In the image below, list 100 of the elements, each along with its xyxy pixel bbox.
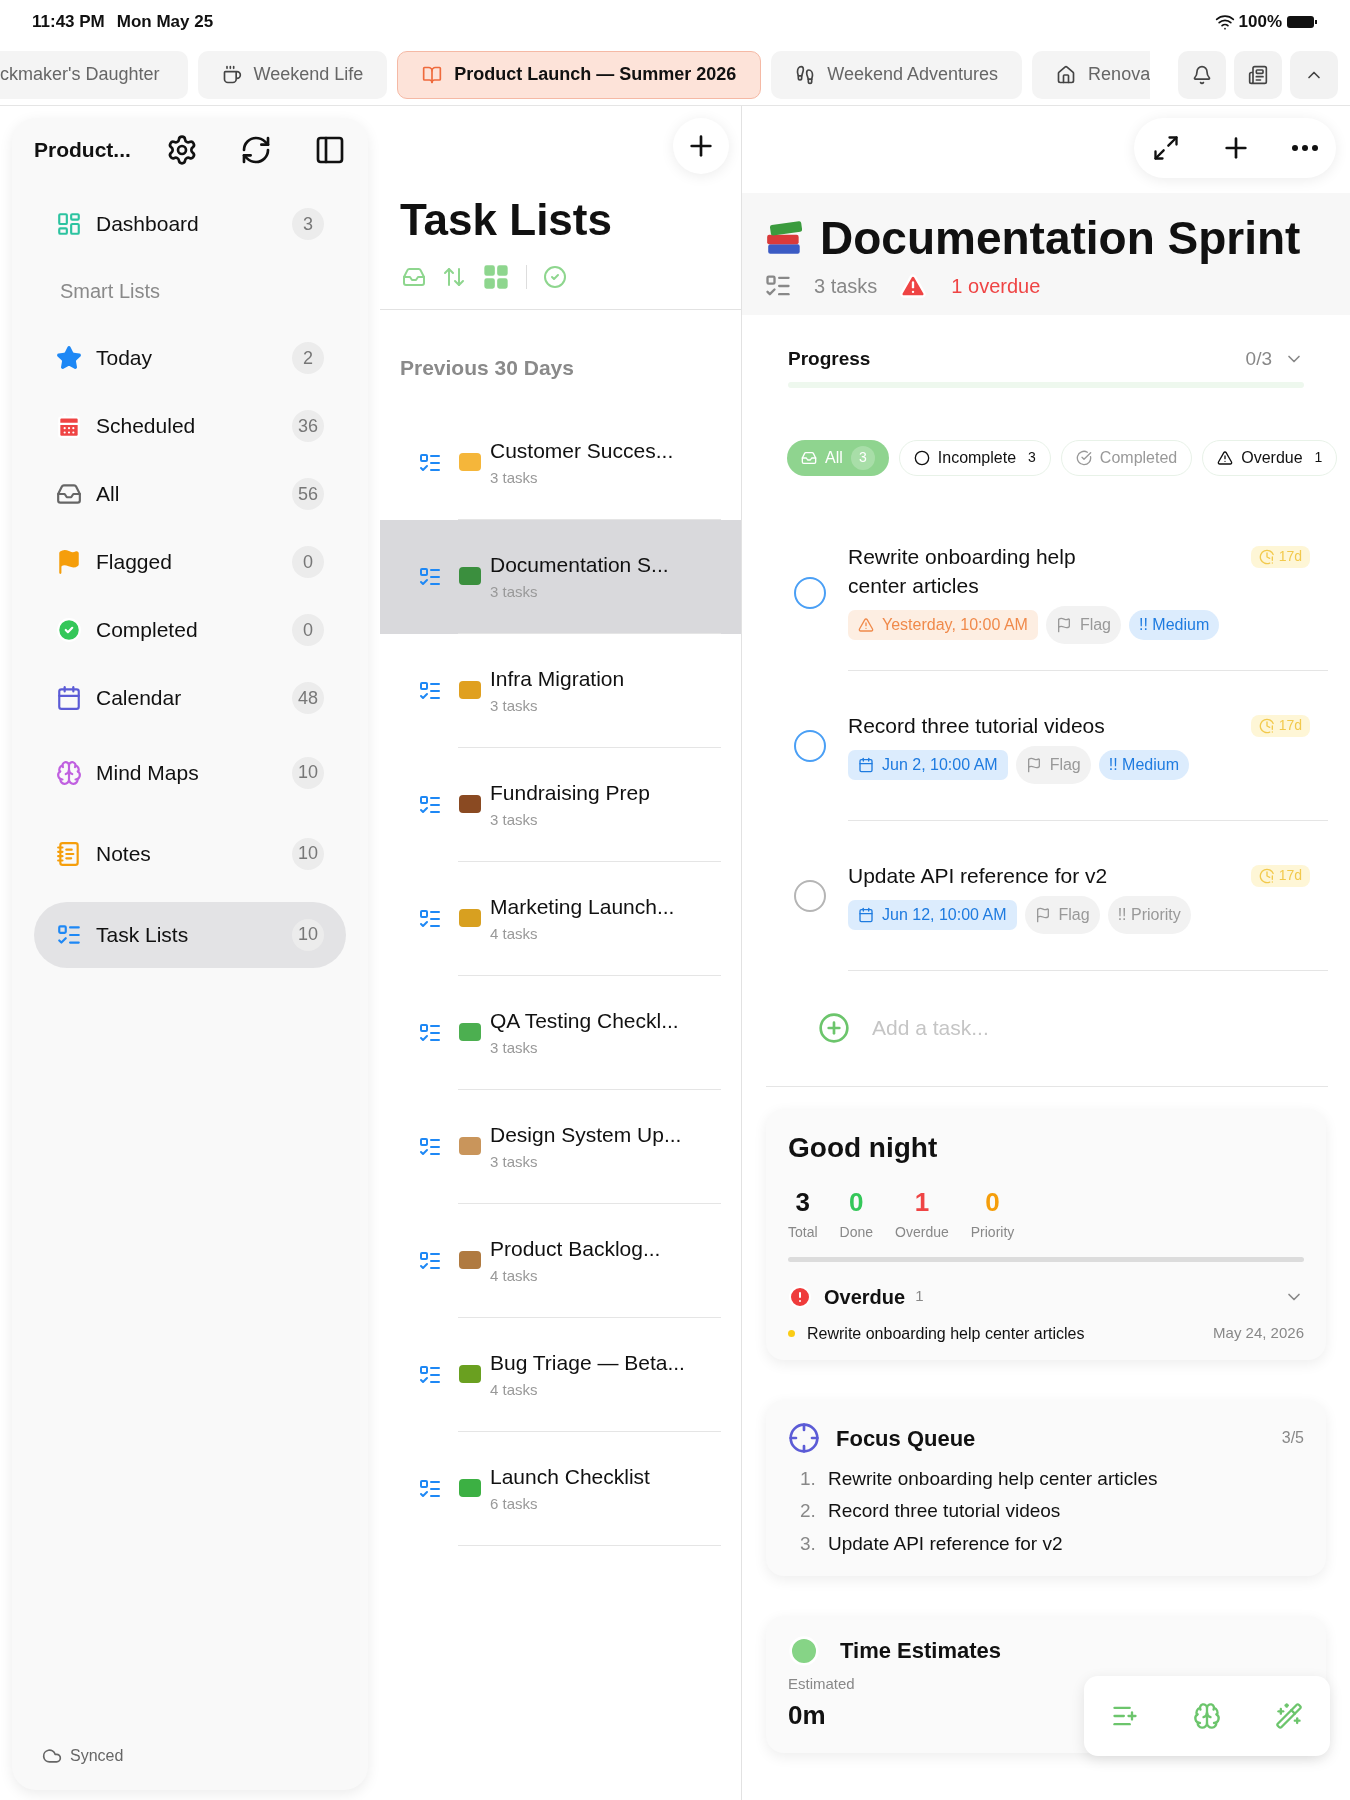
priority-chip[interactable]: !! Medium [1098, 749, 1189, 780]
stat-value: 0 [849, 1185, 864, 1219]
count-badge: 2 [292, 342, 324, 374]
stat-label: Done [839, 1222, 874, 1242]
brain-button[interactable] [1193, 1702, 1221, 1730]
list-name: Product Backlog... [490, 1236, 661, 1262]
list-name: Infra Migration [490, 666, 625, 692]
task-title: Rewrite onboarding help center articles [848, 543, 1077, 599]
task-list-row[interactable]: Infra Migration 3 tasks [380, 633, 741, 748]
flag-icon [1055, 616, 1072, 633]
list-name: Documentation S... [490, 552, 669, 578]
workspace-tab[interactable]: ckmaker's Daughter [0, 50, 188, 99]
task-checkbox[interactable] [794, 879, 826, 912]
house-icon [1056, 64, 1077, 85]
grid-icon[interactable] [482, 262, 510, 291]
workspace-tab[interactable]: Renova [1032, 50, 1151, 99]
sidebar-item[interactable]: All 56 [34, 461, 346, 527]
task-list-row[interactable]: Bug Triage — Beta... 4 tasks [380, 1317, 741, 1432]
list-count: 3 tasks [490, 1151, 539, 1172]
tray-icon [801, 449, 817, 466]
workspace-tab[interactable]: Weekend Adventures [771, 50, 1023, 99]
task-checkbox[interactable] [794, 577, 826, 609]
settings-icon [166, 134, 198, 166]
list-name: Fundraising Prep [490, 780, 650, 806]
brain-icon [1193, 1702, 1221, 1730]
sidebar-icon [314, 134, 346, 166]
task-list-row[interactable]: Marketing Launch... 4 tasks [380, 861, 741, 976]
workspace-tab[interactable]: Product Launch — Summer 2026 [397, 50, 762, 99]
sidebar-title: Product... [34, 137, 132, 164]
stat-label: Overdue [895, 1222, 949, 1242]
add-task-icon[interactable] [818, 1012, 850, 1044]
task-list-row[interactable]: Launch Checklist 6 tasks [380, 1431, 741, 1546]
list-name: Bug Triage — Beta... [490, 1350, 685, 1376]
count-badge: 10 [292, 837, 324, 870]
sidebar-item[interactable]: Scheduled 36 [34, 393, 346, 459]
task-list-row[interactable]: QA Testing Checkl... 3 tasks [380, 975, 741, 1090]
expand-button[interactable] [1152, 134, 1180, 162]
warning-icon [1217, 449, 1234, 466]
notifications-button[interactable] [1178, 50, 1226, 99]
task-list-row[interactable]: Fundraising Prep 3 tasks [380, 747, 741, 862]
task-list-row[interactable]: Customer Succes... 3 tasks [380, 405, 741, 520]
battery-level: 100% [1238, 11, 1282, 34]
sync-button[interactable] [240, 134, 272, 166]
focus-title: Focus Queue [836, 1424, 977, 1453]
warning-icon [899, 272, 928, 300]
queue-item[interactable]: Record three tutorial videos [828, 1497, 1061, 1526]
task-checkbox[interactable] [794, 729, 826, 762]
priority-chip[interactable]: !! Medium [1129, 609, 1220, 640]
count-badge: 10 [292, 918, 324, 951]
more-button[interactable] [1292, 145, 1318, 151]
overdue-task[interactable]: Rewrite onboarding help center articles [807, 1321, 1214, 1346]
sidebar-item[interactable]: Flagged 0 [34, 529, 346, 595]
clock-alert-icon [1258, 548, 1275, 565]
due-date-chip[interactable]: Jun 2, 10:00 AM [848, 749, 1008, 780]
check-circle-icon[interactable] [543, 264, 567, 289]
sidebar-item[interactable]: Task Lists 10 [34, 901, 346, 968]
task-list-row[interactable]: Design System Up... 3 tasks [380, 1089, 741, 1204]
flag-icon [1034, 906, 1051, 923]
count-badge: 10 [292, 756, 324, 789]
sidebar-item[interactable]: Calendar 48 [34, 665, 346, 731]
filter-chip[interactable]: Incomplete 3 [898, 439, 1051, 476]
task-count: 3 tasks [814, 274, 878, 299]
settings-button[interactable] [166, 134, 198, 166]
queue-item[interactable]: Update API reference for v2 [828, 1529, 1063, 1558]
stat-value: 3 [795, 1185, 810, 1219]
task-title: Update API reference for v2 [848, 862, 1108, 889]
notes-icon [56, 840, 82, 867]
count-badge: 3 [292, 208, 324, 240]
filter-chip[interactable]: Overdue 1 [1202, 439, 1338, 476]
task-list-row[interactable]: Product Backlog... 4 tasks [380, 1203, 741, 1318]
sync-status: Synced [70, 1746, 124, 1766]
queue-item[interactable]: Rewrite onboarding help center articles [828, 1464, 1158, 1493]
count-badge: 36 [292, 410, 324, 442]
news-button[interactable] [1234, 50, 1282, 99]
sidebar-toggle-button[interactable] [314, 134, 346, 166]
count-badge: 0 [292, 614, 324, 646]
calendar-icon [858, 906, 874, 923]
greeting: Good night [788, 1130, 939, 1165]
task-list-row[interactable]: Documentation S... 3 tasks [380, 519, 741, 634]
sidebar-item[interactable]: Completed 0 [34, 597, 346, 663]
sidebar-item[interactable]: Dashboard 3 [34, 191, 346, 257]
dashboard-icon [56, 211, 82, 237]
count-badge: 0 [292, 546, 324, 578]
list-name: QA Testing Checkl... [490, 1008, 679, 1034]
task-title: Record three tutorial videos [848, 712, 1105, 739]
bell-icon [1192, 64, 1212, 85]
workspace-tab[interactable]: Weekend Life [197, 50, 388, 99]
add-task-field[interactable]: Add a task... [872, 1012, 1172, 1044]
due-date-chip[interactable]: Jun 12, 10:00 AM [848, 899, 1017, 930]
calendar-icon [56, 413, 82, 439]
list-count: 6 tasks [490, 1493, 539, 1514]
stat-value: 1 [914, 1185, 930, 1219]
stat-label: Priority [970, 1222, 1015, 1242]
sidebar-item[interactable]: Notes 10 [34, 820, 346, 887]
overdue-date: May 24, 2026 [1213, 1323, 1304, 1344]
refresh-icon [240, 134, 272, 166]
magic-wand-button[interactable] [1275, 1702, 1303, 1730]
sidebar-item[interactable]: Mind Maps 10 [34, 739, 346, 806]
progress-label: Progress [788, 347, 872, 371]
sidebar-item[interactable]: Today 2 [34, 325, 346, 391]
